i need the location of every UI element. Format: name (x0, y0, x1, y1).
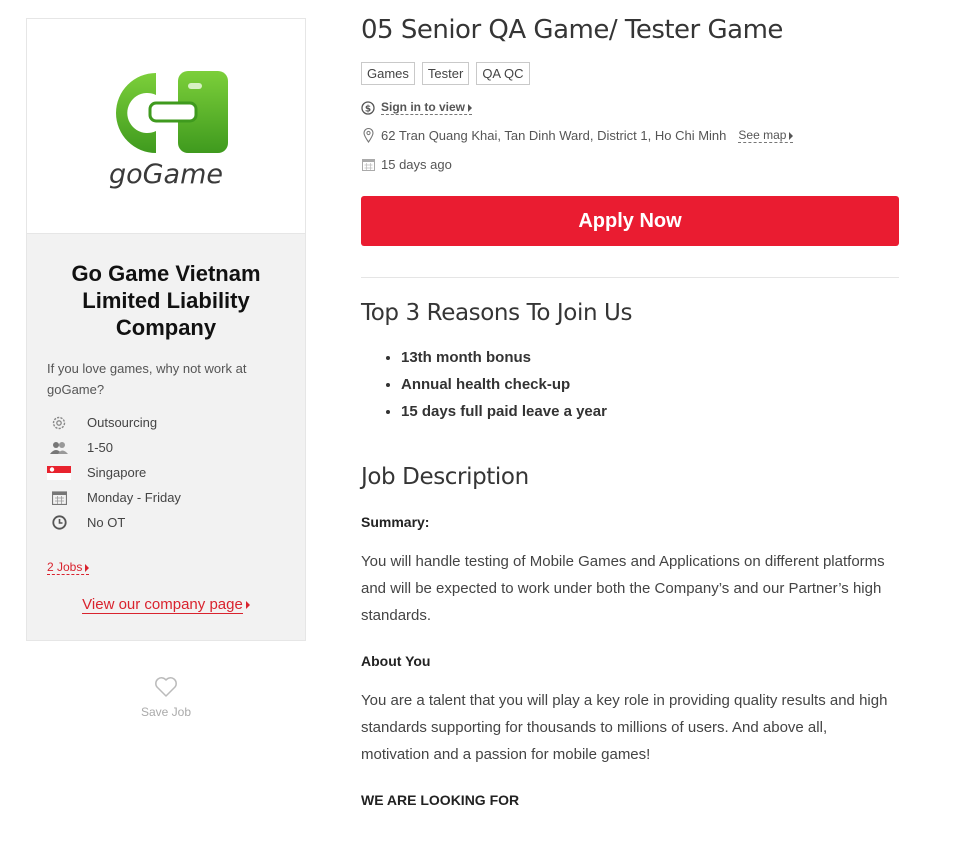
company-tagline: If you love games, why not work at goGam… (47, 361, 247, 397)
salary-row: $ Sign in to view (361, 100, 899, 115)
caret-right-icon (789, 131, 794, 140)
tag-tester[interactable]: Tester (421, 62, 470, 85)
fact-label: No OT (87, 515, 126, 530)
caret-right-icon (468, 103, 473, 112)
job-tags: Games Tester QA QC (361, 62, 899, 85)
caret-right-icon (85, 563, 90, 572)
job-address: 62 Tran Quang Khai, Tan Dinh Ward, Distr… (381, 128, 727, 143)
company-name[interactable]: Go Game Vietnam Limited Liability Compan… (27, 234, 305, 341)
job-description-title: Job Description (361, 464, 529, 490)
company-page-label: View our company page (82, 596, 243, 614)
looking-for-heading: WE ARE LOOKING FOR (361, 792, 520, 808)
dollar-icon: $ (361, 100, 375, 115)
fact-overtime: No OT (47, 510, 285, 535)
about-you-heading: About You (361, 653, 431, 669)
job-title: 05 Senior QA Game/ Tester Game (361, 15, 783, 45)
people-icon (47, 441, 71, 455)
company-card: goGame Go Game Vietnam Limited Liability… (26, 18, 306, 641)
fact-label: Monday - Friday (87, 490, 181, 505)
gogame-logo-icon: goGame (109, 71, 228, 190)
company-page-link[interactable]: View our company page (27, 596, 305, 614)
reason-item: 15 days full paid leave a year (401, 398, 899, 425)
company-facts: Outsourcing 1-50 Singapore Monday - Frid… (27, 410, 305, 535)
see-map-link[interactable]: See map (738, 128, 794, 143)
see-map-label: See map (738, 128, 787, 142)
reasons-list: 13th month bonus Annual health check-up … (361, 344, 899, 425)
reason-item: 13th month bonus (401, 344, 899, 371)
fact-label: Outsourcing (87, 415, 158, 430)
summary-heading: Summary: (361, 514, 430, 530)
reasons-title: Top 3 Reasons To Join Us (361, 300, 633, 326)
address-row: 62 Tran Quang Khai, Tan Dinh Ward, Distr… (361, 128, 899, 143)
apply-now-button[interactable]: Apply Now (361, 196, 899, 246)
tag-games[interactable]: Games (361, 62, 415, 85)
calendar-icon (361, 158, 375, 171)
gear-icon (47, 415, 71, 431)
svg-text:$: $ (365, 104, 371, 114)
sign-in-to-view-salary-link[interactable]: Sign in to view (381, 100, 473, 115)
fact-label: 1-50 (87, 440, 114, 455)
heart-icon (155, 677, 177, 697)
company-logo[interactable]: goGame (27, 19, 305, 234)
posted-time: 15 days ago (381, 157, 452, 172)
save-job-button[interactable]: Save Job (26, 676, 306, 719)
fact-country: Singapore (47, 460, 285, 485)
fact-working-days: Monday - Friday (47, 485, 285, 510)
svg-text:goGame: goGame (109, 159, 223, 190)
sign-in-label: Sign in to view (381, 100, 466, 114)
fact-company-type: Outsourcing (47, 410, 285, 435)
fact-label: Singapore (87, 465, 147, 480)
location-pin-icon (361, 128, 375, 143)
save-job-label: Save Job (140, 705, 192, 719)
calendar-icon (47, 490, 71, 505)
reason-item: Annual health check-up (401, 371, 899, 398)
divider (361, 277, 899, 278)
caret-right-icon (245, 600, 250, 609)
company-jobs-link[interactable]: 2 Jobs (47, 560, 90, 575)
job-details: 05 Senior QA Game/ Tester Game Games Tes… (361, 12, 899, 808)
company-jobs-label: 2 Jobs (47, 560, 83, 574)
fact-company-size: 1-50 (47, 435, 285, 460)
summary-text: You will handle testing of Mobile Games … (361, 553, 885, 624)
about-you-text: You are a talent that you will play a ke… (361, 692, 888, 763)
clock-icon (47, 515, 71, 530)
singapore-flag-icon (47, 465, 71, 480)
tag-qa-qc[interactable]: QA QC (476, 62, 530, 85)
posted-row: 15 days ago (361, 157, 899, 172)
